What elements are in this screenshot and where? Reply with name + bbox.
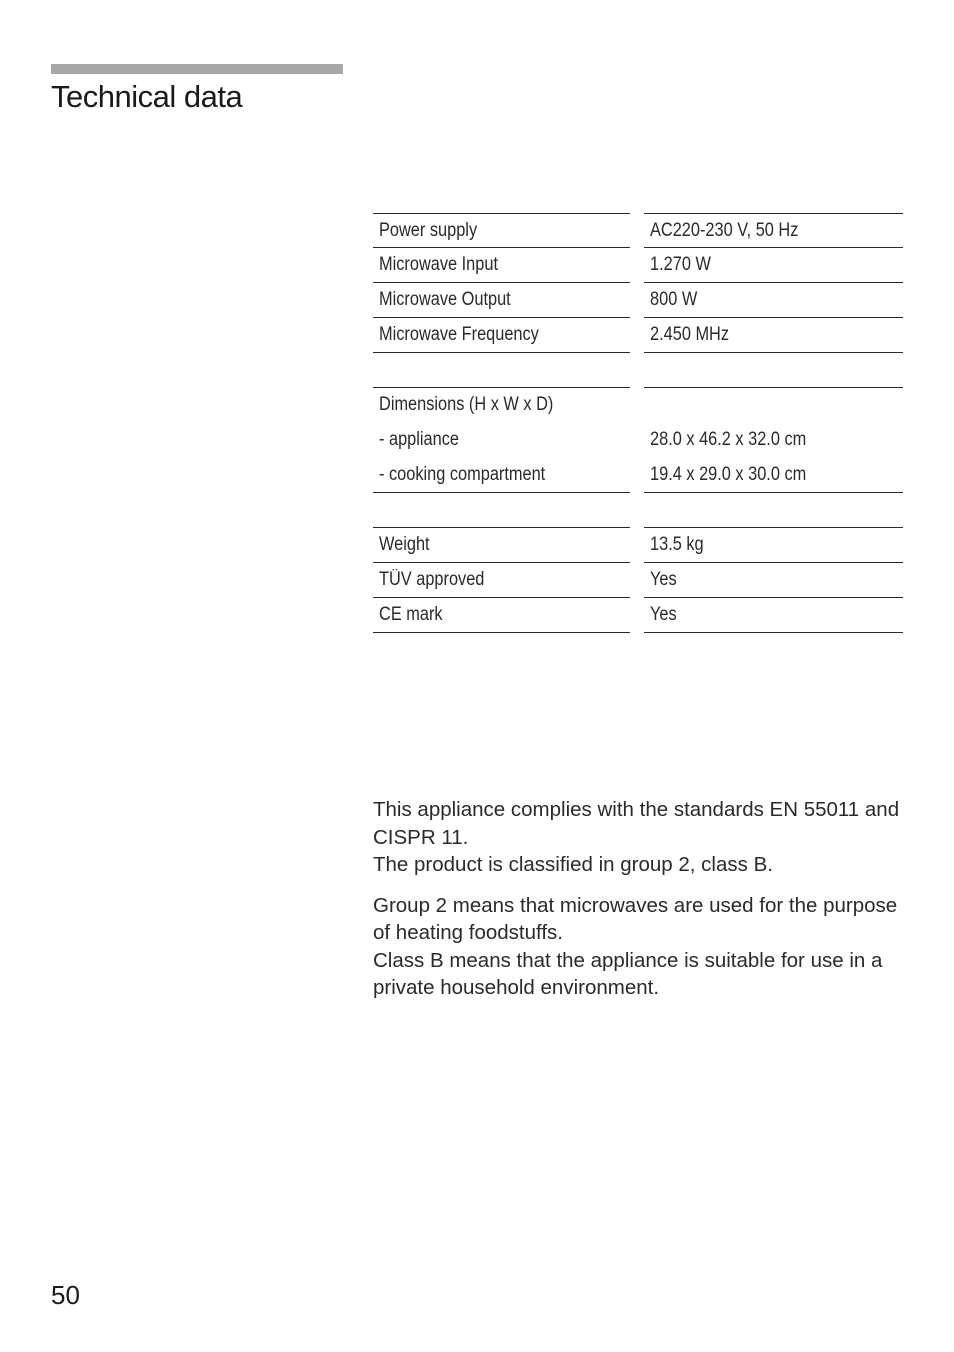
spec-value: 1.270 W bbox=[650, 254, 711, 275]
compliance-paragraph: This appliance complies with the standar… bbox=[373, 796, 913, 879]
spec-row-ce-mark: CE mark Yes bbox=[373, 598, 903, 633]
spec-row-microwave-output: Microwave Output 800 W bbox=[373, 283, 903, 318]
spec-value: 800 W bbox=[650, 289, 698, 310]
explanation-paragraph: Group 2 means that microwaves are used f… bbox=[373, 892, 913, 1002]
spec-table: Power supply AC220-230 V, 50 Hz Microwav… bbox=[373, 213, 903, 633]
page-title: Technical data bbox=[51, 79, 243, 114]
spec-label: - appliance bbox=[379, 429, 459, 450]
spec-label: Dimensions (H x W x D) bbox=[379, 394, 554, 415]
spec-row-dimensions-appliance: - appliance 28.0 x 46.2 x 32.0 cm bbox=[373, 423, 903, 458]
compliance-text: This appliance complies with the standar… bbox=[373, 796, 913, 1015]
spec-row-tuv-approved: TÜV approved Yes bbox=[373, 563, 903, 598]
spec-row-microwave-input: Microwave Input 1.270 W bbox=[373, 248, 903, 283]
spec-value: 19.4 x 29.0 x 30.0 cm bbox=[650, 464, 807, 485]
spec-row-dimensions-cooking-compartment: - cooking compartment 19.4 x 29.0 x 30.0… bbox=[373, 458, 903, 493]
spec-row-power-supply: Power supply AC220-230 V, 50 Hz bbox=[373, 213, 903, 248]
spec-value: 28.0 x 46.2 x 32.0 cm bbox=[650, 429, 807, 450]
spec-value: 13.5 kg bbox=[650, 534, 704, 555]
spec-label: CE mark bbox=[379, 604, 443, 625]
spec-spacer bbox=[373, 493, 903, 528]
spec-label: Microwave Output bbox=[379, 289, 511, 310]
classification-sentence: The product is classified in group 2, cl… bbox=[373, 853, 773, 876]
spec-spacer bbox=[373, 353, 903, 388]
spec-label: Weight bbox=[379, 534, 430, 555]
spec-label: - cooking compartment bbox=[379, 464, 546, 485]
spec-value: 2.450 MHz bbox=[650, 324, 730, 345]
spec-row-microwave-frequency: Microwave Frequency 2.450 MHz bbox=[373, 318, 903, 353]
spec-value: Yes bbox=[650, 604, 677, 625]
spec-row-dimensions: Dimensions (H x W x D) bbox=[373, 388, 903, 423]
spec-label: Power supply bbox=[379, 220, 478, 241]
class-explanation: Class B means that the appliance is suit… bbox=[373, 948, 883, 1000]
spec-label: Microwave Frequency bbox=[379, 324, 539, 345]
standards-sentence: This appliance complies with the standar… bbox=[373, 798, 900, 849]
group-explanation: Group 2 means that microwaves are used f… bbox=[373, 893, 898, 945]
title-rule bbox=[51, 64, 343, 74]
spec-label: Microwave Input bbox=[379, 254, 498, 275]
page-number: 50 bbox=[51, 1280, 80, 1310]
spec-value: Yes bbox=[650, 569, 677, 590]
spec-label: TÜV approved bbox=[379, 569, 485, 590]
spec-value: AC220-230 V, 50 Hz bbox=[650, 220, 799, 241]
spec-row-weight: Weight 13.5 kg bbox=[373, 528, 903, 563]
